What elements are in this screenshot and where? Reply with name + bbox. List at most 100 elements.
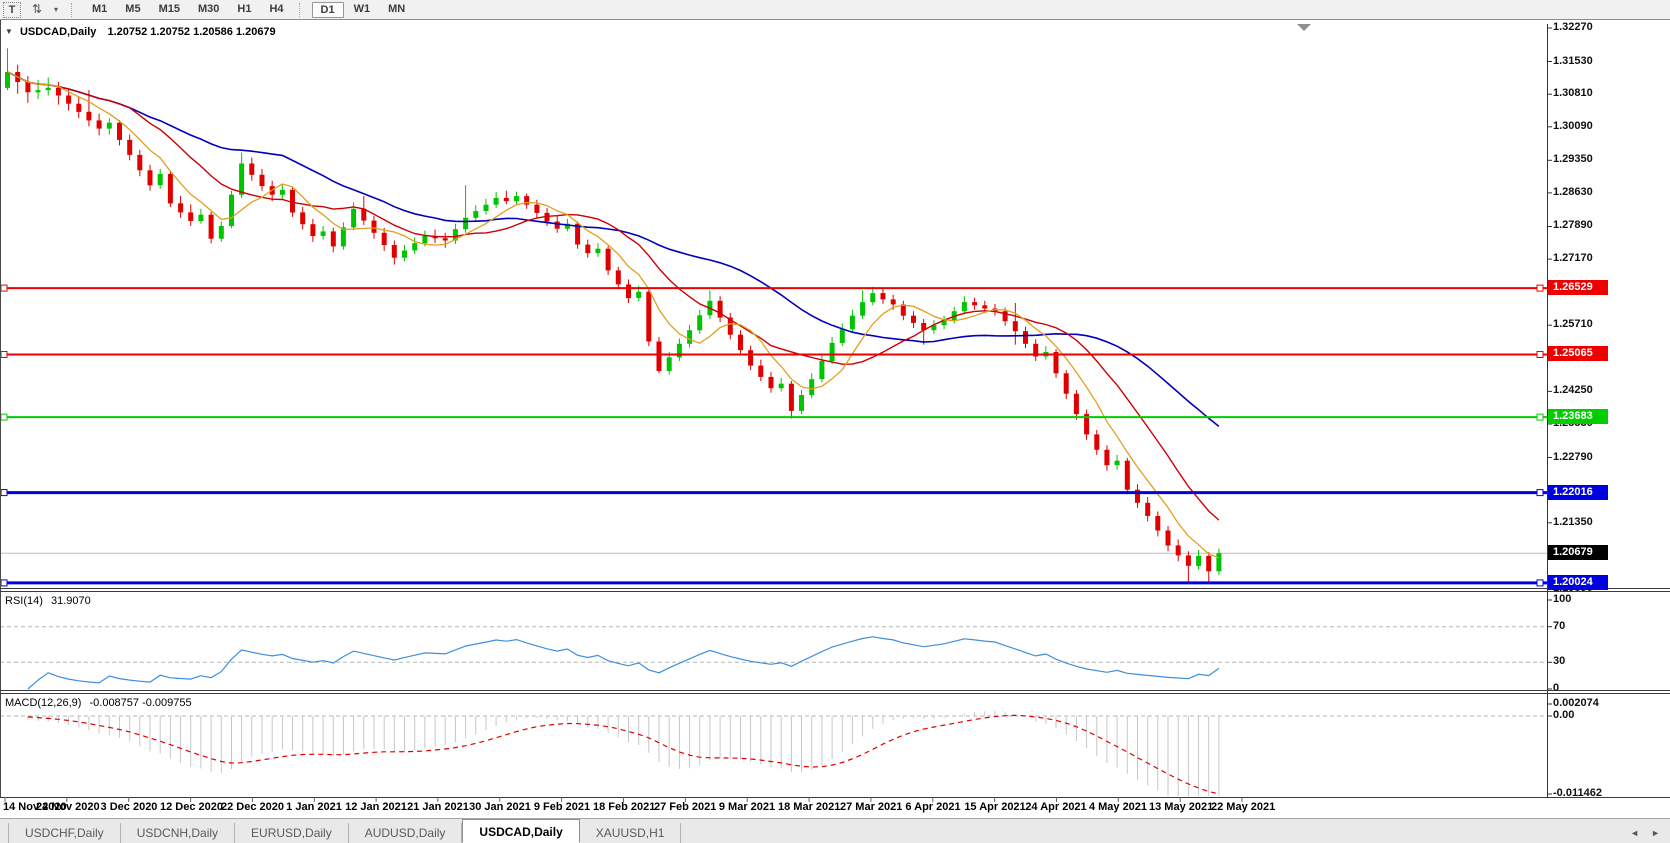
- price-tick-label: 1.30810: [1553, 87, 1593, 99]
- date-axis-label: 4 May 2021: [1088, 801, 1148, 813]
- rsi-axis-label: 70: [1553, 620, 1566, 632]
- toolbar: T ⇅ ▾ M1 M5 M15 M30 H1 H4 D1 W1 MN: [0, 0, 1670, 20]
- date-axis-label: 1 Jan 2021: [286, 801, 342, 813]
- chart-symbol-label: USDCAD,Daily: [19, 26, 97, 38]
- tab-xauusd-h1[interactable]: XAUUSD,H1: [580, 823, 682, 843]
- date-axis-label: 12 Jan 2021: [345, 801, 407, 813]
- price-tick-label: 1.21350: [1553, 516, 1593, 528]
- date-axis-label: 24 Nov 2020: [36, 801, 100, 813]
- toolbar-separator: [298, 2, 305, 17]
- date-axis-label: 22 Dec 2020: [221, 801, 284, 813]
- terminal-window: T ⇅ ▾ M1 M5 M15 M30 H1 H4 D1 W1 MN ▼ USDCAD,Dail…: [0, 0, 1670, 843]
- timeframe-button-m15[interactable]: M15: [151, 2, 188, 18]
- axis-price-badge: 1.20679: [1548, 545, 1608, 560]
- tab-usdchf-daily[interactable]: USDCHF,Daily: [8, 823, 121, 843]
- date-axis-label: 18 Mar 2021: [778, 801, 841, 813]
- chart-tabs: USDCHF,Daily USDCNH,Daily EURUSD,Daily AUDU…: [8, 818, 682, 843]
- price-tick-label: 1.28630: [1553, 186, 1593, 198]
- line-handle[interactable]: [1536, 351, 1544, 358]
- toolbar-dropdown-caret[interactable]: ▾: [47, 2, 65, 18]
- chart-quote-values: 1.20752 1.20752 1.20586 1.20679: [107, 26, 276, 38]
- moving-average-6: [7, 71, 1220, 559]
- line-handle[interactable]: [0, 489, 8, 497]
- axis-price-badge: 1.26529: [1548, 280, 1608, 295]
- line-handle[interactable]: [1536, 413, 1544, 421]
- date-axis-label: 9 Mar 2021: [718, 801, 776, 813]
- line-handle[interactable]: [1536, 284, 1544, 292]
- price-tick-label: 1.31530: [1553, 55, 1593, 67]
- timeframe-button-m1[interactable]: M1: [84, 2, 115, 18]
- tab-audusd-daily[interactable]: AUDUSD,Daily: [349, 823, 463, 843]
- line-handle[interactable]: [0, 351, 8, 358]
- timeframe-button-w1[interactable]: W1: [346, 2, 379, 18]
- date-axis-label: 21 Jan 2021: [407, 801, 469, 813]
- price-tick-label: 1.27890: [1553, 219, 1593, 231]
- tab-eurusd-daily[interactable]: EURUSD,Daily: [235, 823, 349, 843]
- tab-usdcad-daily[interactable]: USDCAD,Daily: [462, 819, 580, 843]
- rsi-axis-label: 30: [1553, 655, 1566, 667]
- toolbar-separator: [71, 2, 77, 17]
- line-handle[interactable]: [1536, 489, 1544, 497]
- moving-average-28: [7, 71, 1220, 428]
- macd-axis-label: 0.00: [1553, 709, 1575, 721]
- date-axis-label: 12 Dec 2020: [160, 801, 223, 813]
- rsi-line: [27, 636, 1220, 690]
- rsi-axis-label: 0: [1553, 682, 1560, 694]
- rsi-panel-label: RSI(14) 31.9070: [5, 595, 91, 607]
- macd-axis-label: 0.002074: [1553, 697, 1599, 709]
- date-axis-label: 18 Feb 2021: [593, 801, 656, 813]
- timeframe-button-m30[interactable]: M30: [190, 2, 227, 18]
- axis-price-badge: 1.23683: [1548, 409, 1608, 424]
- rsi-indicator-name: RSI(14): [5, 595, 43, 607]
- price-tick-label: 1.27170: [1553, 252, 1593, 264]
- axis-price-badge: 1.20024: [1548, 575, 1608, 590]
- tab-scroll-arrows: ◄ ►: [1630, 828, 1660, 838]
- date-axis-label: 6 Apr 2021: [905, 801, 961, 813]
- text-tool-button[interactable]: T: [3, 1, 21, 18]
- date-axis-label: 22 May 2021: [1211, 801, 1276, 813]
- chart-legend: ▼ USDCAD,Daily 1.20752 1.20752 1.20586 1…: [5, 26, 276, 38]
- date-axis-label: 30 Jan 2021: [469, 801, 531, 813]
- price-tick-label: 1.22790: [1553, 451, 1593, 463]
- collapse-triangle-icon[interactable]: ▼: [5, 27, 13, 36]
- macd-panel-label: MACD(12,26,9) -0.008757 -0.009755: [5, 697, 192, 709]
- price-tick-label: 1.30090: [1553, 120, 1593, 132]
- axis-price-badge: 1.25065: [1548, 346, 1608, 361]
- timeframe-button-h1[interactable]: H1: [229, 2, 259, 18]
- date-axis-label: 27 Feb 2021: [654, 801, 717, 813]
- macd-current-values: -0.008757 -0.009755: [89, 697, 192, 709]
- date-axis-label: 3 Dec 2020: [100, 801, 158, 813]
- date-axis-label: 9 Feb 2021: [533, 801, 591, 813]
- timeframe-button-m5[interactable]: M5: [117, 2, 148, 18]
- date-axis-label: 15 Apr 2021: [964, 801, 1026, 813]
- date-axis-label: 27 Mar 2021: [840, 801, 903, 813]
- moving-average-13: [7, 71, 1220, 521]
- line-handle[interactable]: [0, 284, 8, 292]
- line-handle[interactable]: [0, 413, 8, 421]
- timeframe-button-mn[interactable]: MN: [380, 2, 413, 18]
- chart-tab-bar: USDCHF,Daily USDCNH,Daily EURUSD,Daily AUDU…: [0, 818, 1670, 843]
- macd-histogram: [17, 711, 1220, 796]
- macd-signal-line: [27, 714, 1220, 795]
- price-tick-label: 1.24250: [1553, 384, 1593, 396]
- price-tick-label: 1.25710: [1553, 318, 1593, 330]
- candlestick-series: [5, 48, 1222, 583]
- line-handle[interactable]: [0, 579, 8, 587]
- date-axis-label: 13 May 2021: [1149, 801, 1214, 813]
- scroll-position-marker-icon: [1297, 24, 1311, 31]
- tab-scroll-left-icon[interactable]: ◄: [1630, 828, 1639, 838]
- timeframe-button-d1[interactable]: D1: [311, 1, 344, 18]
- arrange-arrows-icon[interactable]: ⇅: [27, 2, 47, 18]
- chart-canvas: [0, 20, 1670, 802]
- rsi-axis-label: 100: [1553, 593, 1572, 605]
- tab-usdcnh-daily[interactable]: USDCNH,Daily: [121, 823, 236, 843]
- timeframe-bar: M1 M5 M15 M30 H1 H4 D1 W1 MN: [83, 0, 414, 20]
- tab-scroll-right-icon[interactable]: ►: [1651, 828, 1660, 838]
- axis-price-badge: 1.22016: [1548, 485, 1608, 500]
- timeframe-button-h4[interactable]: H4: [261, 2, 291, 18]
- line-handle[interactable]: [1536, 579, 1544, 587]
- rsi-current-value: 31.9070: [50, 595, 91, 607]
- price-tick-label: 1.32270: [1553, 21, 1593, 33]
- macd-indicator-name: MACD(12,26,9): [5, 697, 82, 709]
- date-axis-label: 24 Apr 2021: [1025, 801, 1087, 813]
